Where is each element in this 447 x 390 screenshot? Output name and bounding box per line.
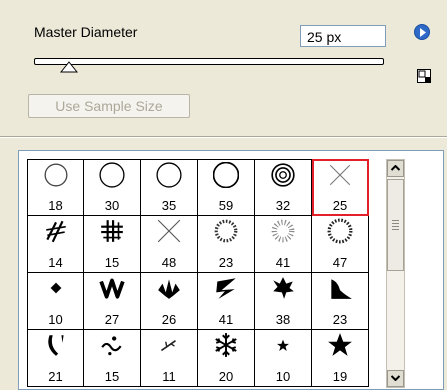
- right-arrow-circle-icon: [420, 28, 426, 37]
- squiggle-dots-icon: [101, 336, 122, 356]
- new-preset-icon[interactable]: [417, 69, 431, 83]
- brush-size-label: 10: [48, 312, 63, 327]
- brush-preset-48[interactable]: 48: [141, 216, 198, 273]
- brush-size-label: 25: [332, 198, 348, 213]
- brush-size-label: 23: [332, 312, 348, 327]
- grid-hash-icon: [101, 220, 123, 242]
- brush-preset-32[interactable]: 32: [255, 159, 312, 216]
- brush-size-label: 41: [218, 312, 234, 327]
- dotted-ring-large-icon: [327, 218, 353, 244]
- brush-preset-19[interactable]: 19: [312, 330, 369, 387]
- brush-size-label: 38: [275, 312, 291, 327]
- circle-double-icon: [271, 163, 295, 187]
- brush-size-label: 15: [104, 255, 120, 270]
- maple-leaf-icon: [273, 277, 294, 299]
- slider-thumb[interactable]: [60, 61, 78, 73]
- brush-preset-15[interactable]: 15: [84, 216, 141, 273]
- brush-preset-picker: 18 30 35 59 32 25 14 15 48 23 41 47 10 27 26 41 38 23 21 15…: [18, 150, 444, 390]
- brush-size-label: 27: [104, 312, 120, 327]
- brush-size-label: 35: [161, 198, 177, 213]
- brush-size-label: 21: [48, 369, 63, 384]
- small-twig-icon: [160, 340, 176, 352]
- brush-size-label: 48: [161, 255, 177, 270]
- brush-preset-47[interactable]: 47: [312, 216, 369, 273]
- brush-preset-10[interactable]: 10: [27, 273, 84, 330]
- scrollbar[interactable]: [386, 159, 405, 388]
- brush-size-label: 15: [104, 369, 120, 384]
- brush-size-label: 41: [275, 255, 291, 270]
- brush-size-label: 18: [48, 198, 63, 213]
- brush-size-label: 14: [48, 255, 63, 270]
- star-small-icon: [277, 339, 289, 351]
- dotted-ring-icon: [214, 219, 238, 243]
- hatch-marks-icon: [46, 220, 66, 243]
- star-large-icon: [328, 333, 352, 356]
- brush-size-label: 32: [275, 198, 291, 213]
- brush-preset-15[interactable]: 15: [84, 330, 141, 387]
- master-diameter-label: Master Diameter: [34, 24, 138, 40]
- grass-leaves-icon: [158, 279, 180, 299]
- brush-preset-35[interactable]: 35: [141, 159, 198, 216]
- brush-preset-23[interactable]: 23: [198, 216, 255, 273]
- brush-size-label: 59: [218, 198, 234, 213]
- brush-stroke-icon: [216, 278, 236, 299]
- use-sample-size-button[interactable]: Use Sample Size: [28, 94, 190, 118]
- circle-hard-icon: [156, 162, 182, 188]
- brush-preset-41[interactable]: 41: [198, 273, 255, 330]
- brush-size-label: 19: [332, 369, 348, 384]
- chevron-up-icon: [391, 165, 400, 171]
- ramp-shape-icon: [331, 279, 352, 299]
- circle-hard-small-icon: [44, 163, 68, 187]
- circle-hard-large-icon: [213, 162, 239, 188]
- brush-preset-25[interactable]: 25: [312, 159, 369, 216]
- brush-preset-20[interactable]: 20: [198, 330, 255, 387]
- brush-size-label: 30: [104, 198, 120, 213]
- brush-size-label: 10: [275, 369, 291, 384]
- scroll-up-button[interactable]: [387, 160, 404, 177]
- snowflake-icon: [215, 333, 237, 357]
- brush-preset-26[interactable]: 26: [141, 273, 198, 330]
- brush-preset-30[interactable]: 30: [84, 159, 141, 216]
- circle-hard-icon: [99, 162, 125, 188]
- divider: [0, 136, 447, 138]
- brush-preset-38[interactable]: 38: [255, 273, 312, 330]
- zigzag-bold-icon: [99, 278, 125, 299]
- brush-preset-10[interactable]: 10: [255, 330, 312, 387]
- panel-menu-button[interactable]: [414, 24, 430, 40]
- diamond-small-icon: [50, 282, 62, 294]
- brush-preset-59[interactable]: 59: [198, 159, 255, 216]
- brush-size-label: 20: [218, 369, 234, 384]
- master-diameter-slider[interactable]: [34, 58, 384, 65]
- master-diameter-input[interactable]: [300, 25, 386, 47]
- brush-preset-23[interactable]: 23: [312, 273, 369, 330]
- scroll-down-button[interactable]: [387, 370, 404, 387]
- burst-ring-icon: [271, 219, 295, 243]
- cross-thin-icon: [329, 164, 351, 186]
- brush-preset-11[interactable]: 11: [141, 330, 198, 387]
- feather-curve-icon: [48, 335, 64, 356]
- chevron-down-icon: [391, 375, 400, 381]
- cross-light-icon: [157, 219, 181, 243]
- scroll-thumb[interactable]: [387, 179, 404, 271]
- brush-size-label: 11: [162, 369, 176, 384]
- brush-size-label: 26: [161, 312, 177, 327]
- brush-preset-41[interactable]: 41: [255, 216, 312, 273]
- brush-grid: 18 30 35 59 32 25 14 15 48 23 41 47 10 27 26 41 38 23 21 15…: [27, 159, 369, 387]
- brush-preset-14[interactable]: 14: [27, 216, 84, 273]
- brush-preset-21[interactable]: 21: [27, 330, 84, 387]
- brush-size-label: 47: [332, 255, 348, 270]
- brush-preset-27[interactable]: 27: [84, 273, 141, 330]
- brush-preset-18[interactable]: 18: [27, 159, 84, 216]
- brush-size-label: 23: [218, 255, 234, 270]
